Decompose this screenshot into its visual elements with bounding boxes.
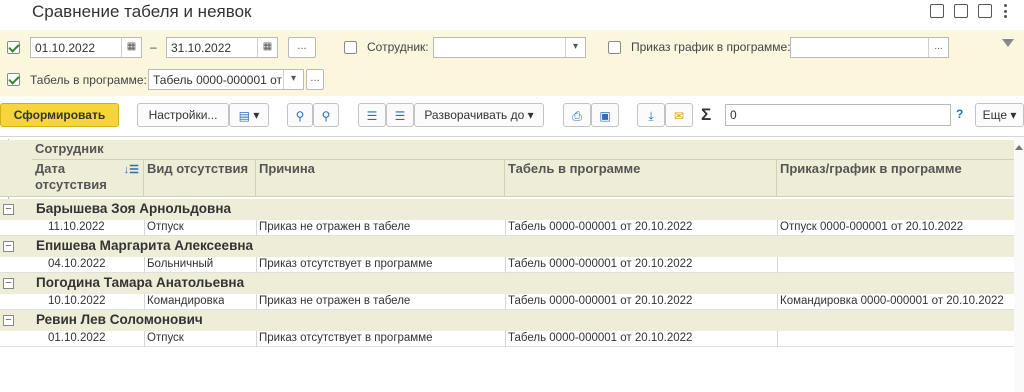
download-button[interactable]: ⤓ (637, 103, 665, 127)
collapse-button[interactable]: ☰ (358, 103, 386, 127)
search-advanced-icon: ⚲ (321, 108, 331, 123)
order-label: Приказ график в программе: (631, 40, 791, 54)
expand-to-button[interactable]: Разворачивать до ▾ (414, 103, 544, 127)
more-button[interactable]: Еще ▾ (975, 103, 1024, 127)
email-icon: ✉ (673, 108, 685, 123)
print-button[interactable]: ⎙ (563, 103, 591, 127)
timesheet-checkbox[interactable] (7, 73, 20, 86)
help-button[interactable]: ? (956, 107, 963, 121)
calendar-icon[interactable]: ▦ (121, 38, 141, 57)
search-button[interactable]: ⚲ (287, 103, 313, 127)
sort-desc-icon[interactable]: ↓☰ (124, 162, 139, 178)
header-reason: Причина (256, 160, 505, 197)
settings-button[interactable]: Настройки... (137, 103, 229, 127)
variants-button[interactable]: ▤ ▾ (229, 103, 269, 127)
timesheet-select-button[interactable]: ... (306, 69, 324, 90)
order-checkbox[interactable] (608, 41, 621, 54)
period-to-field[interactable]: 31.10.2022 ▦ (166, 37, 278, 58)
preview-icon: ▣ (599, 108, 611, 123)
sum-icon: Σ (701, 105, 712, 124)
generate-button[interactable]: Сформировать (0, 103, 119, 127)
page-title: Сравнение табеля и неявок (32, 2, 252, 21)
employee-checkbox[interactable] (344, 41, 357, 54)
email-button[interactable]: ✉ (665, 103, 693, 127)
group-row[interactable]: − Погодина Тамара Анатольевна (0, 273, 1024, 294)
title-bar: Сравнение табеля и неявок (0, 0, 1024, 28)
preview-button[interactable]: ▣ (591, 103, 619, 127)
download-icon: ⤓ (648, 108, 654, 123)
collapse-group-icon[interactable]: − (3, 241, 14, 252)
sum-field[interactable]: 0 (725, 104, 951, 126)
employee-field[interactable]: ▾ (433, 37, 586, 58)
clipboard-icon: ▤ (238, 108, 250, 123)
group-row[interactable]: − Епишева Маргарита Алексеевна (0, 236, 1024, 257)
select-icon[interactable]: ... (928, 38, 948, 57)
collapse-group-icon[interactable]: − (3, 315, 14, 326)
search-settings-button[interactable]: ⚲ (313, 103, 339, 127)
report-header: Сотрудник Дата отсутствия ↓☰ Вид отсутст… (0, 140, 1024, 197)
period-from-field[interactable]: 01.10.2022 ▦ (30, 37, 142, 58)
header-order: Приказ/график в программе (780, 161, 962, 176)
expand-all-button[interactable]: ☰ (386, 103, 414, 127)
dropdown-arrow-icon[interactable]: ▾ (565, 38, 585, 57)
header-employee: Сотрудник (32, 140, 1020, 160)
vertical-scrollbar[interactable] (1014, 137, 1024, 392)
print-icon: ⎙ (572, 108, 582, 123)
group-row[interactable]: − Ревин Лев Соломонович (0, 310, 1024, 331)
group-row[interactable]: − Барышева Зоя Арнольдовна (0, 199, 1024, 220)
header-date: Дата отсутствия ↓☰ (32, 160, 144, 197)
expand-icon: ☰ (394, 108, 406, 123)
order-field[interactable]: ... (790, 37, 949, 58)
timesheet-label: Табель в программе: (30, 73, 147, 87)
table-row[interactable]: 10.10.2022 Командировка Приказ не отраже… (0, 294, 1024, 310)
calendar-icon[interactable]: ▦ (257, 38, 277, 57)
timesheet-field[interactable]: Табель 0000-000001 от 2 ▾ (148, 69, 304, 90)
print-icon[interactable] (954, 4, 968, 18)
header-type: Вид отсутствия (144, 160, 256, 197)
collapse-group-icon[interactable]: − (3, 204, 14, 215)
filter-panel: 01.10.2022 ▦ – 31.10.2022 ▦ ... Сотрудни… (0, 30, 1024, 96)
period-checkbox[interactable] (7, 41, 20, 54)
save-icon[interactable] (930, 4, 944, 18)
table-row[interactable]: 01.10.2022 Отпуск Приказ отсутствует в п… (0, 331, 1024, 347)
table-row[interactable]: 04.10.2022 Больничный Приказ отсутствует… (0, 257, 1024, 273)
collapse-group-icon[interactable]: − (3, 278, 14, 289)
preview-icon[interactable] (978, 4, 992, 18)
scroll-up-icon[interactable] (1015, 145, 1023, 150)
table-row[interactable]: 11.10.2022 Отпуск Приказ не отражен в та… (0, 220, 1024, 236)
search-icon: ⚲ (295, 108, 305, 123)
toolbar: Сформировать Настройки... ▤ ▾ ⚲ ⚲ ☰ ☰ Ра… (0, 103, 1024, 129)
period-select-button[interactable]: ... (288, 37, 316, 58)
dropdown-arrow-icon[interactable]: ▾ (283, 70, 303, 89)
employee-label: Сотрудник: (367, 40, 429, 54)
header-timesheet: Табель в программе (505, 160, 777, 197)
collapse-icon: ☰ (366, 108, 378, 123)
filter-funnel-icon[interactable] (1002, 39, 1014, 47)
kebab-menu-icon[interactable] (1002, 4, 1008, 18)
report-table: Сотрудник Дата отсутствия ↓☰ Вид отсутст… (0, 136, 1024, 392)
